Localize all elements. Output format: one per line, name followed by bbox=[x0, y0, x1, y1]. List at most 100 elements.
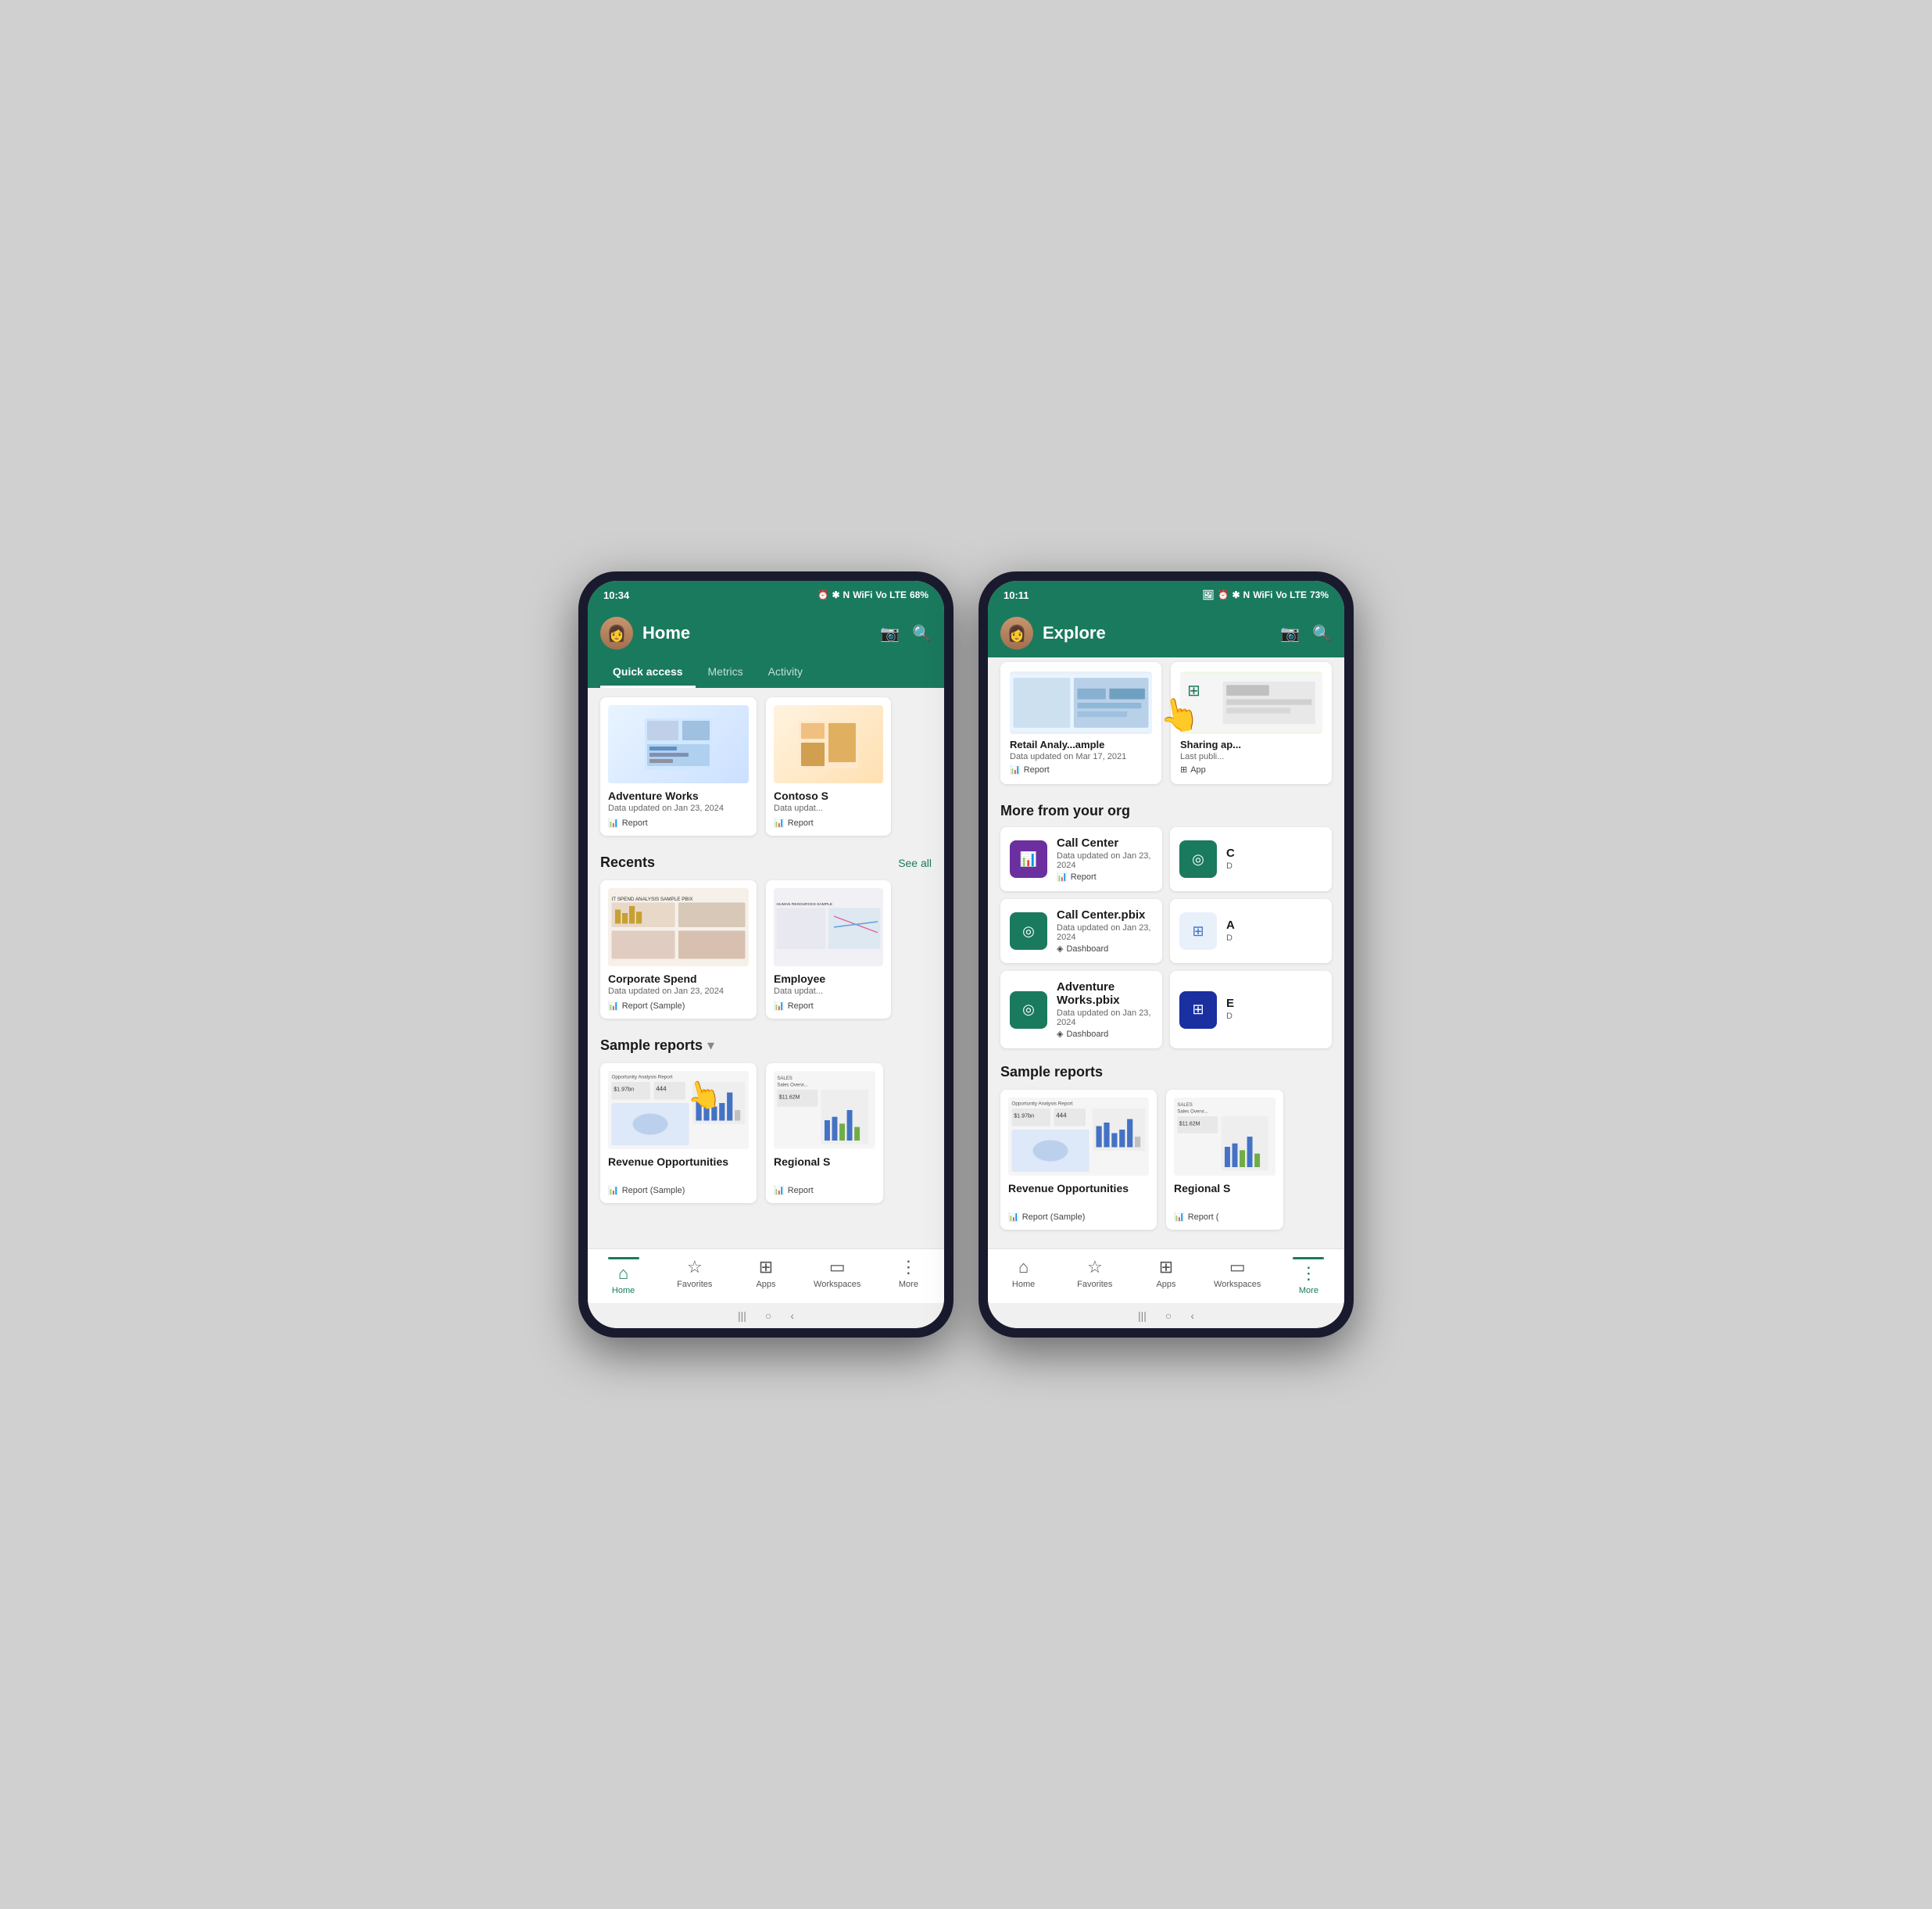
org-icon-symbol-4: ◎ bbox=[1022, 1001, 1035, 1018]
explore-sample-card-type-0: 📊 Report (Sample) bbox=[1008, 1212, 1149, 1222]
nav-home-1[interactable]: ⌂ Home bbox=[588, 1254, 659, 1298]
app-icon-1: ⊞ bbox=[1180, 765, 1187, 775]
org-item-1[interactable]: ◎ C D bbox=[1170, 827, 1332, 891]
status-time-2: 10:11 bbox=[1004, 589, 1029, 601]
status-bar-2: 10:11 🖼 ⏰ ✱ N WiFi Vo LTE 73% bbox=[988, 581, 1344, 609]
explore-top-card-1[interactable]: ⊞ Sharing ap... Last publi... ⊞ App bbox=[1171, 662, 1332, 784]
sample-card-1[interactable]: SALES Sales Overvi... $11.62M bbox=[766, 1063, 883, 1203]
report-icon-1: 📊 bbox=[774, 818, 785, 828]
camera-icon-2[interactable]: 📷 bbox=[1280, 624, 1300, 643]
camera-icon-1[interactable]: 📷 bbox=[880, 624, 900, 643]
nfc-icon-2: N bbox=[1243, 589, 1250, 600]
search-icon-1[interactable]: 🔍 bbox=[912, 624, 932, 643]
home-icon-1: ⌂ bbox=[618, 1263, 628, 1284]
sample-card-0[interactable]: Opportunity Analysis Report $1.97bn 444 bbox=[600, 1063, 757, 1203]
quick-access-card-1[interactable]: Contoso S Data updat... 📊 Report bbox=[766, 697, 891, 836]
page-title-1: Home bbox=[642, 623, 871, 643]
explore-sample-card-date-1 bbox=[1174, 1196, 1275, 1207]
org-icon-0: 📊 bbox=[1010, 840, 1047, 878]
explore-card-date-0: Data updated on Mar 17, 2021 bbox=[1010, 752, 1152, 761]
svg-text:SALES: SALES bbox=[777, 1076, 792, 1081]
page-title-2: Explore bbox=[1043, 623, 1271, 643]
tab-metrics[interactable]: Metrics bbox=[696, 657, 756, 688]
avatar-1: 👩 bbox=[600, 617, 633, 650]
wifi-icon-2: WiFi bbox=[1253, 589, 1272, 600]
explore-sample-thumb-1: SALES Sales Overvi... $11.62M bbox=[1174, 1098, 1275, 1176]
explore-sample-card-title-0: Revenue Opportunities bbox=[1008, 1182, 1149, 1194]
nav-workspaces-2[interactable]: ▭ Workspaces bbox=[1202, 1254, 1273, 1298]
sample-thumb-0: Opportunity Analysis Report $1.97bn 444 bbox=[608, 1071, 749, 1149]
org-icon-symbol-0: 📊 bbox=[1020, 851, 1037, 868]
svg-text:$1.97bn: $1.97bn bbox=[614, 1086, 634, 1093]
app-header-1: 👩 Home 📷 🔍 bbox=[588, 609, 944, 657]
explore-top-card-0[interactable]: Retail Analy...ample Data updated on Mar… bbox=[1000, 662, 1161, 784]
explore-sample-card-date-0 bbox=[1008, 1196, 1149, 1207]
org-icon-1: ◎ bbox=[1179, 840, 1217, 878]
status-icons-2: 🖼 ⏰ ✱ N WiFi Vo LTE 73% bbox=[1202, 589, 1329, 600]
explore-report-icon-0: 📊 bbox=[1010, 765, 1021, 775]
nav-favorites-1[interactable]: ☆ Favorites bbox=[659, 1254, 730, 1298]
signal-icon-2: Vo LTE bbox=[1275, 589, 1307, 600]
sample-report-icon-1: 📊 bbox=[774, 1185, 785, 1195]
org-item-4[interactable]: ◎ Adventure Works.pbix Data updated on J… bbox=[1000, 971, 1162, 1048]
org-items-grid: 📊 Call Center Data updated on Jan 23, 20… bbox=[988, 824, 1344, 1055]
photo-icon: 🖼 bbox=[1202, 589, 1214, 600]
content-area-1: Adventure Works Data updated on Jan 23, … bbox=[588, 688, 944, 1248]
recent-thumb-0: IT SPEND ANALYSIS SAMPLE PBIX bbox=[608, 888, 749, 966]
card-thumb-1 bbox=[774, 705, 883, 783]
report-icon-0: 📊 bbox=[608, 818, 619, 828]
nav-more-2[interactable]: ⋮ More bbox=[1273, 1254, 1344, 1298]
bottom-nav-2: ⌂ Home ☆ Favorites ⊞ Apps ▭ Workspaces ⋮… bbox=[988, 1248, 1344, 1303]
sample-thumb-1: SALES Sales Overvi... $11.62M bbox=[774, 1071, 875, 1149]
status-icons-1: ⏰ ✱ N WiFi Vo LTE 68% bbox=[818, 589, 929, 600]
phone-1: 10:34 ⏰ ✱ N WiFi Vo LTE 68% 👩 Home 📷 🔍 bbox=[578, 571, 953, 1338]
sys-back-icon-2: ‹ bbox=[1190, 1309, 1194, 1322]
avatar-2: 👩 bbox=[1000, 617, 1033, 650]
org-item-0[interactable]: 📊 Call Center Data updated on Jan 23, 20… bbox=[1000, 827, 1162, 891]
tab-quick-access[interactable]: Quick access bbox=[600, 657, 696, 688]
svg-text:444: 444 bbox=[656, 1086, 667, 1093]
bottom-nav-1: ⌂ Home ☆ Favorites ⊞ Apps ▭ Workspaces ⋮… bbox=[588, 1248, 944, 1303]
explore-sample-card-1[interactable]: SALES Sales Overvi... $11.62M bbox=[1166, 1090, 1283, 1230]
bluetooth-icon: ✱ bbox=[832, 589, 839, 600]
sys-circle-icon: ○ bbox=[765, 1309, 771, 1322]
nav-apps-2[interactable]: ⊞ Apps bbox=[1130, 1254, 1201, 1298]
more-icon-1: ⋮ bbox=[900, 1257, 917, 1277]
recents-section-header: Recents See all bbox=[588, 845, 944, 876]
explore-sample-card-0[interactable]: Opportunity Analysis Report $1.97bn 444 bbox=[1000, 1090, 1157, 1230]
tab-activity[interactable]: Activity bbox=[756, 657, 815, 688]
nfc-icon: N bbox=[843, 589, 850, 600]
nav-apps-1[interactable]: ⊞ Apps bbox=[730, 1254, 801, 1298]
recent-card-title-0: Corporate Spend bbox=[608, 972, 749, 985]
quick-access-card-0[interactable]: Adventure Works Data updated on Jan 23, … bbox=[600, 697, 757, 836]
svg-text:444: 444 bbox=[1056, 1112, 1067, 1119]
org-item-2[interactable]: ◎ Call Center.pbix Data updated on Jan 2… bbox=[1000, 899, 1162, 963]
nav-favorites-2[interactable]: ☆ Favorites bbox=[1059, 1254, 1130, 1298]
nav-active-bar bbox=[608, 1257, 639, 1259]
nav-workspaces-1[interactable]: ▭ Workspaces bbox=[802, 1254, 873, 1298]
svg-text:HUMAN RESOURCES SAMPLE: HUMAN RESOURCES SAMPLE bbox=[777, 902, 833, 907]
nav-more-1[interactable]: ⋮ More bbox=[873, 1254, 944, 1298]
nav-home-2[interactable]: ⌂ Home bbox=[988, 1254, 1059, 1298]
recent-card-1[interactable]: HUMAN RESOURCES SAMPLE Employee Data upd… bbox=[766, 880, 891, 1019]
sys-lines-icon: ||| bbox=[738, 1309, 746, 1322]
search-icon-2[interactable]: 🔍 bbox=[1312, 624, 1332, 643]
recent-card-type-1: 📊 Report bbox=[774, 1001, 883, 1011]
svg-text:Opportunity Analysis Report: Opportunity Analysis Report bbox=[1012, 1101, 1073, 1107]
svg-text:$11.62M: $11.62M bbox=[779, 1094, 800, 1100]
chevron-down-icon: ▾ bbox=[707, 1037, 714, 1054]
sys-lines-icon-2: ||| bbox=[1138, 1309, 1147, 1322]
card-title-0: Adventure Works bbox=[608, 790, 749, 802]
explore-card-date-1: Last publi... bbox=[1180, 752, 1322, 761]
favorites-icon-1: ☆ bbox=[687, 1257, 703, 1277]
explore-card-title-1: Sharing ap... bbox=[1180, 739, 1322, 750]
see-all-button[interactable]: See all bbox=[898, 857, 932, 869]
recent-card-0[interactable]: IT SPEND ANALYSIS SAMPLE PBIX bbox=[600, 880, 757, 1019]
org-item-5[interactable]: ⊞ E D bbox=[1170, 971, 1332, 1048]
org-item-3[interactable]: ⊞ A D bbox=[1170, 899, 1332, 963]
nav-active-bar-2 bbox=[1293, 1257, 1324, 1259]
explore-card-title-0: Retail Analy...ample bbox=[1010, 739, 1152, 750]
explore-report-icon-s1: 📊 bbox=[1174, 1212, 1185, 1222]
quick-access-cards: Adventure Works Data updated on Jan 23, … bbox=[588, 688, 944, 845]
org-icon-3: ⊞ bbox=[1179, 912, 1217, 950]
